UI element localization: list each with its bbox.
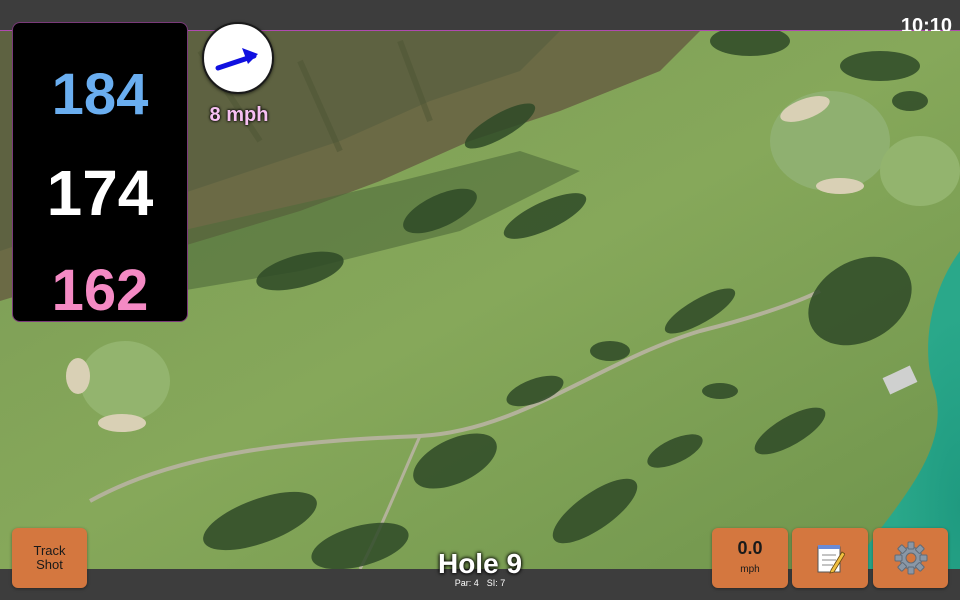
settings-button[interactable] [873, 528, 948, 588]
gear-icon [894, 541, 927, 575]
track-shot-button[interactable]: Track Shot [12, 528, 87, 588]
wind-direction-dial [202, 22, 274, 94]
hole-info: Par: 4 SI: 7 [380, 578, 580, 588]
speed-button[interactable]: 0.0 mph [712, 528, 788, 588]
middle-distance: 174 [46, 157, 154, 229]
hole-title: Hole 9 [437, 548, 523, 579]
notepad-icon [817, 545, 845, 574]
track-shot-label: Track Shot [33, 543, 66, 572]
front-distance: 162 [51, 258, 149, 323]
wind-speed-label: 8 mph [209, 104, 269, 126]
speed-unit: mph [740, 564, 760, 575]
hole-par: Par: 4 [454, 578, 479, 588]
notes-button[interactable] [792, 528, 868, 588]
wind-arrow-icon [215, 48, 258, 71]
hole-si: SI: 7 [486, 578, 506, 588]
back-distance: 184 [51, 62, 149, 127]
speed-value: 0.0 [737, 538, 763, 558]
distance-panel: 184 174 162 [12, 22, 188, 323]
